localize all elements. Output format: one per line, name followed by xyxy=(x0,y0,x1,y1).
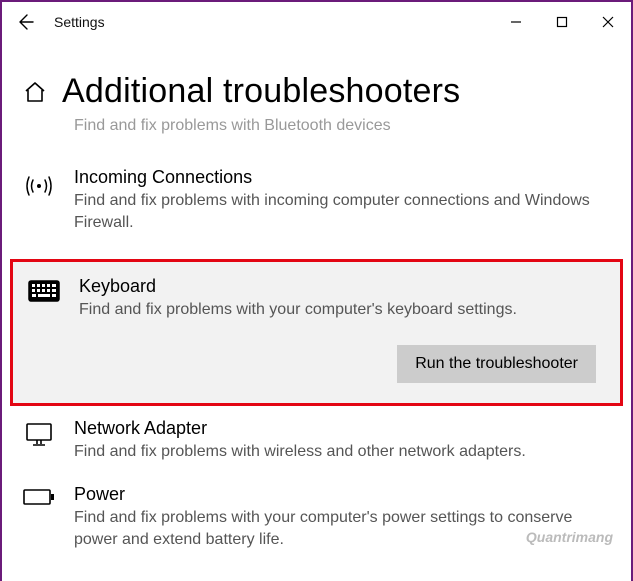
window-controls xyxy=(493,2,631,42)
maximize-icon xyxy=(556,16,568,28)
keyboard-icon xyxy=(28,280,60,302)
run-troubleshooter-button[interactable]: Run the troubleshooter xyxy=(397,345,596,383)
item-title: Incoming Connections xyxy=(74,167,611,188)
minimize-icon xyxy=(510,16,522,28)
item-title: Power xyxy=(74,484,611,505)
truncated-item-desc: Find and fix problems with Bluetooth dev… xyxy=(74,117,611,135)
monitor-icon xyxy=(24,422,54,448)
item-title: Keyboard xyxy=(79,276,606,297)
network-icon-wrap xyxy=(22,418,56,463)
close-icon xyxy=(602,16,614,28)
item-desc: Find and fix problems with your computer… xyxy=(79,299,606,321)
home-icon xyxy=(23,80,47,104)
item-desc: Find and fix problems with incoming comp… xyxy=(74,190,611,233)
troubleshooter-item-network[interactable]: Network Adapter Find and fix problems wi… xyxy=(22,414,611,481)
item-desc: Find and fix problems with wireless and … xyxy=(74,441,611,463)
troubleshooter-item-power[interactable]: Power Find and fix problems with your co… xyxy=(22,480,611,568)
content-area: Additional troubleshooters Find and fix … xyxy=(2,72,631,569)
power-icon-wrap xyxy=(22,484,56,550)
item-desc: Find and fix problems with your computer… xyxy=(74,507,611,550)
close-button[interactable] xyxy=(585,2,631,42)
signal-icon xyxy=(24,171,54,201)
window-title: Settings xyxy=(54,14,105,30)
troubleshooter-item-keyboard[interactable]: Keyboard Find and fix problems with your… xyxy=(13,262,620,403)
item-title: Network Adapter xyxy=(74,418,611,439)
maximize-button[interactable] xyxy=(539,2,585,42)
highlighted-item: Keyboard Find and fix problems with your… xyxy=(10,259,623,406)
battery-icon xyxy=(23,488,55,506)
page-title: Additional troubleshooters xyxy=(62,72,460,111)
settings-window: Settings Additional troubleshooters Find… xyxy=(0,0,633,581)
troubleshooter-item-incoming[interactable]: Incoming Connections Find and fix proble… xyxy=(22,163,611,251)
minimize-button[interactable] xyxy=(493,2,539,42)
home-button[interactable] xyxy=(22,79,48,105)
arrow-left-icon xyxy=(16,13,34,31)
titlebar: Settings xyxy=(2,2,631,42)
back-button[interactable] xyxy=(2,13,48,31)
keyboard-icon-wrap xyxy=(27,276,61,321)
incoming-icon xyxy=(22,167,56,233)
page-header: Additional troubleshooters xyxy=(22,72,611,111)
